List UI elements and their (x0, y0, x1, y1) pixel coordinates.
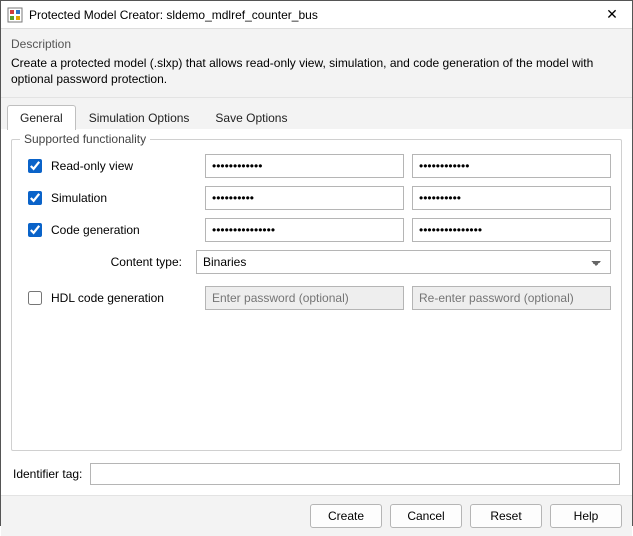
checkbox-simulation-label: Simulation (51, 191, 107, 205)
codegen-password[interactable] (205, 218, 404, 242)
checkbox-simulation[interactable]: Simulation (24, 188, 197, 208)
simulation-password-confirm[interactable] (412, 186, 611, 210)
description-panel: Description Create a protected model (.s… (1, 29, 632, 98)
close-icon[interactable]: ✕ (598, 6, 626, 23)
content-type-label: Content type: (56, 255, 186, 269)
readonly-password[interactable] (205, 154, 404, 178)
tab-general[interactable]: General (7, 105, 76, 130)
button-bar: Create Cancel Reset Help (1, 495, 632, 536)
readonly-password-confirm[interactable] (412, 154, 611, 178)
checkbox-codegen-input[interactable] (28, 223, 42, 237)
title-bar: Protected Model Creator: sldemo_mdlref_c… (1, 1, 632, 29)
identifier-label: Identifier tag: (13, 467, 82, 481)
hdl-password-confirm (412, 286, 611, 310)
reset-button[interactable]: Reset (470, 504, 542, 528)
simulation-password[interactable] (205, 186, 404, 210)
content-type-select[interactable]: Binaries (196, 250, 611, 274)
checkbox-readonly[interactable]: Read-only view (24, 156, 197, 176)
checkbox-codegen-label: Code generation (51, 223, 140, 237)
description-heading: Description (11, 37, 622, 51)
row-codegen: Code generation (22, 218, 611, 242)
checkbox-readonly-input[interactable] (28, 159, 42, 173)
row-content-type: Content type: Binaries (56, 250, 611, 274)
window-title: Protected Model Creator: sldemo_mdlref_c… (29, 8, 598, 22)
checkbox-hdl-input[interactable] (28, 291, 42, 305)
create-button[interactable]: Create (310, 504, 382, 528)
help-button[interactable]: Help (550, 504, 622, 528)
group-legend: Supported functionality (20, 132, 150, 146)
app-icon (7, 7, 23, 23)
row-simulation: Simulation (22, 186, 611, 210)
identifier-row: Identifier tag: (1, 459, 632, 495)
checkbox-readonly-label: Read-only view (51, 159, 133, 173)
supported-functionality-group: Supported functionality Read-only view S… (11, 139, 622, 451)
tab-body-general: Supported functionality Read-only view S… (1, 129, 632, 459)
row-hdl: HDL code generation (22, 286, 611, 310)
checkbox-hdl-label: HDL code generation (51, 291, 164, 305)
hdl-password (205, 286, 404, 310)
checkbox-hdl[interactable]: HDL code generation (24, 288, 197, 308)
cancel-button[interactable]: Cancel (390, 504, 462, 528)
checkbox-simulation-input[interactable] (28, 191, 42, 205)
description-body: Create a protected model (.slxp) that al… (11, 55, 622, 87)
tabs: General Simulation Options Save Options (1, 98, 632, 129)
codegen-password-confirm[interactable] (412, 218, 611, 242)
tab-save[interactable]: Save Options (202, 105, 300, 130)
row-readonly: Read-only view (22, 154, 611, 178)
identifier-input[interactable] (90, 463, 620, 485)
checkbox-codegen[interactable]: Code generation (24, 220, 197, 240)
tab-simulation[interactable]: Simulation Options (76, 105, 203, 130)
